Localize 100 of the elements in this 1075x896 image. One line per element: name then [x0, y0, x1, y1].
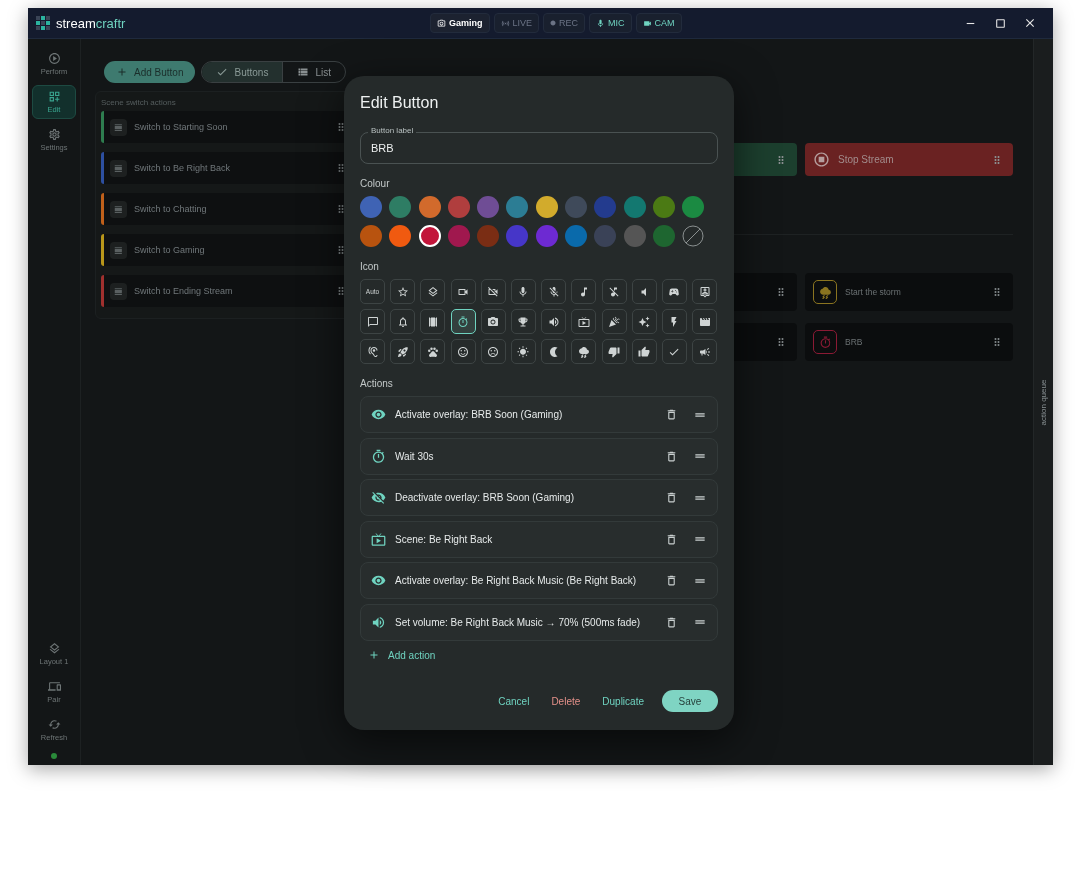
delete-icon[interactable]: [665, 449, 678, 463]
delete-icon[interactable]: [665, 491, 678, 504]
icon-option[interactable]: [571, 339, 597, 364]
action-row[interactable]: Activate overlay: BRB Soon (Gaming): [360, 396, 718, 433]
icon-option[interactable]: [420, 339, 446, 364]
icon-option[interactable]: [601, 279, 627, 304]
icon-option[interactable]: [692, 309, 718, 334]
colour-swatch[interactable]: [418, 225, 441, 247]
colour-swatch[interactable]: [594, 225, 617, 247]
status-chip[interactable]: MIC: [589, 13, 632, 33]
icon-option[interactable]: [450, 279, 476, 304]
trophy-icon: [517, 315, 530, 328]
action-label: Wait 30s: [395, 450, 435, 462]
action-row[interactable]: Set volume: Be Right Back Music → 70% (500ms fade): [360, 603, 718, 641]
colour-swatch[interactable]: [594, 196, 617, 218]
delete-icon[interactable]: [665, 615, 678, 629]
add-action-button[interactable]: Add action: [360, 649, 444, 661]
action-row[interactable]: Activate overlay: Be Right Back Music (Be Right Back): [360, 562, 718, 599]
music-off-icon: [608, 285, 620, 298]
icon-option[interactable]: [480, 309, 506, 334]
icon-option[interactable]: [661, 339, 687, 364]
colour-swatch[interactable]: [477, 196, 500, 218]
view-toggle[interactable]: Buttons: [202, 62, 284, 82]
delete-icon[interactable]: [665, 574, 678, 587]
cancel-button[interactable]: Cancel: [488, 690, 540, 712]
action-card[interactable]: Stop Stream: [805, 143, 1013, 176]
icon-option[interactable]: [571, 309, 597, 334]
icon-option[interactable]: [541, 279, 567, 304]
icon-option[interactable]: [631, 279, 657, 304]
stopwatch-icon: [371, 448, 386, 464]
colour-swatch[interactable]: [447, 225, 470, 247]
no-colour-swatch[interactable]: [682, 225, 705, 247]
icon-option[interactable]: [601, 339, 627, 364]
icon-option[interactable]: [510, 339, 536, 364]
icon-option[interactable]: [360, 339, 385, 364]
status-chip[interactable]: CAM: [635, 13, 682, 33]
colour-swatch[interactable]: [360, 196, 382, 218]
add-button[interactable]: Add Button: [104, 61, 196, 83]
delete-icon[interactable]: [665, 408, 678, 421]
icon-option[interactable]: [390, 279, 416, 304]
duplicate-button[interactable]: Duplicate: [592, 690, 654, 712]
icon-option[interactable]: [390, 339, 416, 364]
colour-swatch[interactable]: [447, 196, 470, 218]
action-card[interactable]: Start the storm: [805, 273, 1013, 311]
colour-swatch[interactable]: [360, 225, 382, 247]
scene-label: Switch to Starting Soon: [134, 122, 229, 132]
icon-option[interactable]: [601, 309, 627, 334]
icon-option[interactable]: [661, 309, 687, 334]
icon-option[interactable]: [631, 309, 657, 334]
action-card[interactable]: BRB: [805, 323, 1013, 361]
colour-swatch[interactable]: [535, 196, 558, 218]
icon-option[interactable]: [390, 309, 416, 334]
status-chip[interactable]: LIVE: [493, 13, 540, 33]
icon-option[interactable]: [450, 309, 476, 334]
icon-option[interactable]: [420, 309, 446, 334]
icon-option[interactable]: [510, 309, 536, 334]
icon-option[interactable]: [450, 339, 476, 364]
colour-swatch[interactable]: [418, 196, 441, 218]
colour-swatch[interactable]: [652, 225, 675, 247]
delete-icon[interactable]: [665, 532, 678, 546]
icon-option[interactable]: [480, 339, 506, 364]
icon-option[interactable]: [692, 279, 718, 304]
icon-option[interactable]: [360, 309, 385, 334]
status-dot-icon: [51, 753, 57, 759]
colour-swatch[interactable]: [682, 196, 705, 218]
action-row[interactable]: Deactivate overlay: BRB Soon (Gaming): [360, 479, 718, 516]
icon-option[interactable]: [541, 309, 567, 334]
action-label: Activate overlay: BRB Soon (Gaming): [395, 409, 564, 420]
icon-option[interactable]: [510, 279, 536, 304]
colour-swatch[interactable]: [506, 196, 529, 218]
colour-swatch[interactable]: [477, 225, 500, 247]
status-chip[interactable]: Gaming: [430, 13, 490, 33]
scene-icon: [110, 282, 127, 300]
scene-icon: [110, 159, 127, 177]
colour-swatch[interactable]: [565, 196, 588, 218]
icon-option[interactable]: [692, 339, 718, 364]
icon-option[interactable]: [480, 279, 506, 304]
action-row[interactable]: Wait 30s: [360, 437, 718, 475]
colour-swatch[interactable]: [652, 196, 675, 218]
icon-option[interactable]: [541, 339, 567, 364]
video-camera-icon: [642, 18, 652, 28]
colour-swatch[interactable]: [565, 225, 588, 247]
colour-swatch[interactable]: [389, 225, 412, 247]
action-row[interactable]: Scene: Be Right Back: [360, 520, 718, 558]
delete-button[interactable]: Delete: [541, 690, 591, 712]
icon-option[interactable]: [631, 339, 657, 364]
icon-option[interactable]: [661, 279, 687, 304]
label-input-field[interactable]: BRB: [360, 132, 718, 164]
colour-swatch[interactable]: [623, 196, 646, 218]
icon-option[interactable]: [571, 279, 597, 304]
save-button[interactable]: Save: [662, 690, 718, 712]
status-chip[interactable]: REC: [543, 13, 586, 33]
view-toggle[interactable]: List: [283, 62, 345, 82]
plus-icon: [116, 66, 128, 78]
colour-swatch[interactable]: [535, 225, 558, 247]
section-label: Icon: [360, 261, 380, 272]
icon-option[interactable]: [420, 279, 446, 304]
colour-swatch[interactable]: [506, 225, 529, 247]
colour-swatch[interactable]: [623, 225, 646, 247]
colour-swatch[interactable]: [389, 196, 412, 218]
